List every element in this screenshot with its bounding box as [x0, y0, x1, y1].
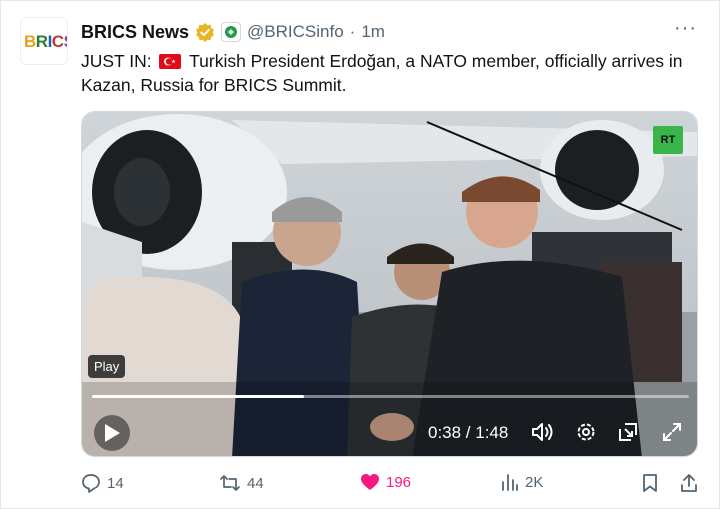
- pip-icon: [619, 423, 637, 441]
- reply-button[interactable]: 14: [81, 473, 124, 493]
- avatar[interactable]: BRICS: [20, 17, 68, 65]
- affiliate-icon[interactable]: [221, 22, 242, 42]
- settings-button[interactable]: [573, 419, 599, 445]
- repost-icon: [220, 475, 240, 491]
- post-header: BRICS News @BRICSinfo · 1m: [81, 20, 385, 44]
- views-button[interactable]: 2K: [501, 473, 543, 491]
- pip-button[interactable]: [615, 419, 641, 445]
- rt-watermark: RT: [653, 126, 683, 154]
- reply-count: 14: [107, 474, 124, 492]
- action-bar: 14 44 196 2K: [81, 473, 701, 499]
- video-progress-fill: [92, 395, 304, 398]
- text-prefix: JUST IN:: [81, 51, 152, 71]
- like-icon: [361, 474, 379, 490]
- reply-icon: [82, 474, 100, 493]
- video-player[interactable]: RT Play 0:38 / 1:48: [81, 111, 698, 457]
- post-card[interactable]: BRICS BRICS News @BRICSinfo · 1m ··· JUS…: [0, 0, 720, 509]
- separator: ·: [349, 22, 356, 41]
- like-count: 196: [386, 473, 412, 491]
- play-button[interactable]: [94, 415, 130, 451]
- video-frame: [82, 112, 697, 456]
- post-text: JUST IN: Turkish President Erdoğan, a NA…: [81, 49, 706, 97]
- views-count: 2K: [525, 473, 544, 491]
- views-icon: [502, 474, 518, 491]
- share-icon: [681, 474, 697, 492]
- fullscreen-icon: [663, 423, 681, 441]
- video-progress-bar[interactable]: [92, 395, 689, 398]
- author-name[interactable]: BRICS News: [81, 22, 189, 43]
- volume-button[interactable]: [530, 419, 556, 445]
- avatar-logo: BRICS: [24, 32, 67, 51]
- like-button[interactable]: 196: [360, 473, 411, 491]
- more-icon[interactable]: ···: [674, 17, 697, 40]
- repost-count: 44: [247, 474, 264, 492]
- turkey-flag-icon: [158, 54, 181, 69]
- settings-icon: [577, 423, 595, 441]
- post-time[interactable]: 1m: [361, 22, 385, 42]
- play-tooltip: Play: [88, 355, 126, 378]
- fullscreen-button[interactable]: [659, 419, 685, 445]
- share-button[interactable]: [679, 473, 699, 493]
- repost-button[interactable]: 44: [219, 473, 264, 493]
- video-timecode: 0:38 / 1:48: [428, 423, 509, 442]
- volume-icon: [532, 423, 553, 441]
- author-handle[interactable]: @BRICSinfo: [247, 22, 344, 42]
- play-icon: [105, 424, 120, 442]
- bookmark-button[interactable]: [641, 473, 659, 493]
- verified-badge-icon[interactable]: [195, 22, 215, 42]
- bookmark-icon: [643, 474, 657, 492]
